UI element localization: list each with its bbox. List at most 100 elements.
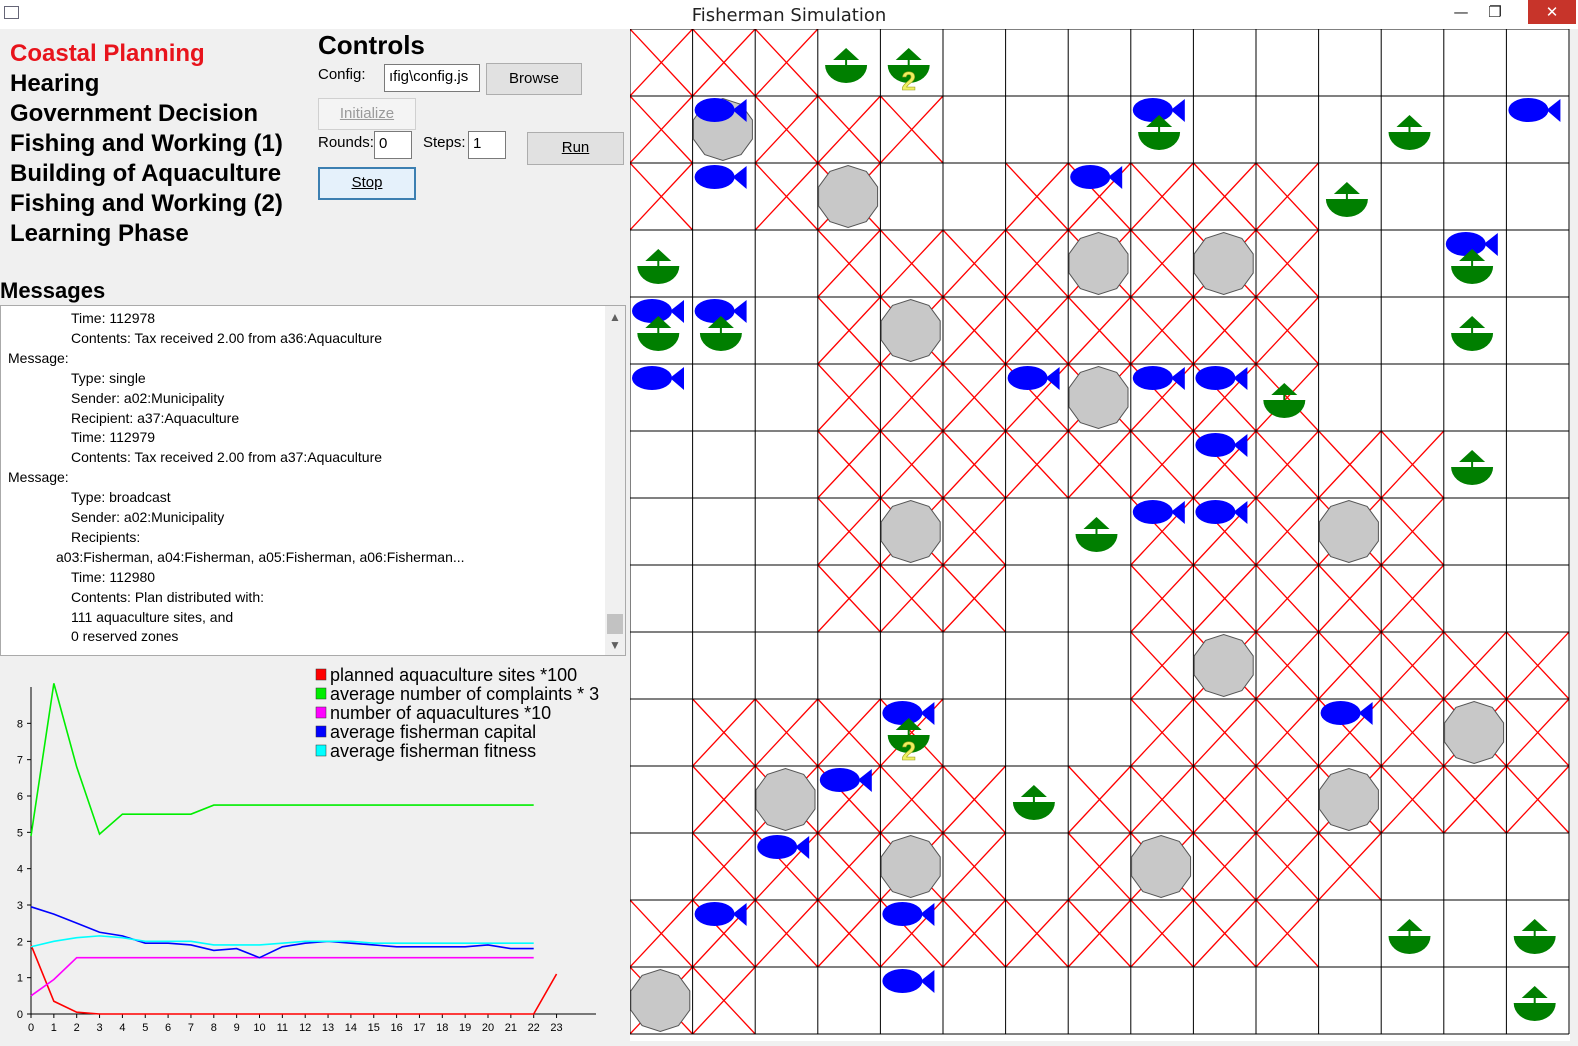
maximize-button[interactable]: ❐: [1478, 0, 1512, 24]
message-line: Type: broadcast: [71, 489, 171, 506]
message-line: Contents: Plan distributed with:: [71, 588, 264, 605]
legend-swatch: [315, 744, 327, 757]
legend-label: number of aquacultures *10: [330, 703, 551, 723]
boat-icon: [1451, 450, 1494, 485]
fish-icon: [1195, 433, 1248, 457]
aquaculture-cell: [1130, 765, 1194, 834]
fish-icon: [819, 768, 872, 792]
scroll-thumb[interactable]: [607, 614, 623, 634]
aquaculture-cell: [942, 899, 1007, 968]
fish-tail: [920, 970, 935, 993]
scroll-up-icon[interactable]: ▲: [605, 308, 625, 326]
aquaculture-cell: [817, 363, 881, 432]
legend-swatch: [315, 725, 327, 738]
boat-hull: [825, 65, 868, 83]
minimize-button[interactable]: —: [1444, 0, 1478, 24]
config-label: Config:: [318, 66, 366, 83]
agent-count-label: 2: [901, 66, 915, 96]
legend-label: average fisherman capital: [330, 722, 536, 742]
rock-icon: [755, 767, 816, 832]
boat-mast: [1408, 929, 1411, 937]
x-tick-label: 13: [322, 1022, 334, 1034]
x-tick-label: 5: [142, 1022, 148, 1034]
aquaculture-cell: [1380, 430, 1445, 499]
agent-count-label: 2: [901, 736, 915, 766]
rock-icon: [880, 298, 941, 363]
fish-icon: [1007, 366, 1060, 390]
aquaculture-cell: [817, 497, 881, 566]
boat-hull: [1075, 534, 1118, 552]
aquaculture-cell: [1130, 899, 1194, 968]
boat-mast: [845, 58, 848, 66]
boat-hull: [1138, 132, 1181, 150]
boat-hull: [1388, 936, 1431, 954]
aquaculture-cell: [1192, 162, 1257, 231]
browse-button[interactable]: Browse: [486, 63, 582, 95]
boat-hull: [1263, 400, 1306, 418]
aquaculture-cell: [1380, 564, 1445, 633]
close-button[interactable]: ✕: [1528, 0, 1576, 24]
scroll-down-icon[interactable]: ▼: [605, 636, 625, 654]
x-tick-label: 11: [277, 1022, 288, 1034]
rock-icon: [818, 164, 879, 229]
fish-body: [882, 969, 923, 993]
aquaculture-cell: [1067, 430, 1132, 499]
aquaculture-cell: [817, 229, 881, 298]
aquaculture-cell: [1255, 631, 1320, 700]
aquaculture-cell: [1192, 564, 1257, 633]
steps-input[interactable]: 1: [468, 131, 506, 159]
rock-icon: [1193, 633, 1254, 698]
message-line: Sender: a02:Municipality: [71, 389, 225, 406]
x-tick-label: 23: [550, 1022, 562, 1034]
rock-icon: [1318, 499, 1379, 564]
rounds-input[interactable]: 0: [374, 131, 412, 159]
aquaculture-cell: [817, 832, 881, 901]
boat-icon: [637, 249, 680, 284]
config-field[interactable]: ıfig\config.js: [384, 64, 480, 92]
x-tick-label: 15: [368, 1022, 380, 1034]
fish-body: [694, 299, 735, 323]
boat-hull: [1513, 1003, 1556, 1021]
aquaculture-cell: [1130, 430, 1194, 499]
aquaculture-cell: [1255, 832, 1320, 901]
fish-icon: [1070, 165, 1123, 189]
messages-log[interactable]: Time: 112978 Contents: Tax received 2.00 …: [0, 305, 626, 656]
x-tick-label: 4: [119, 1022, 125, 1034]
fish-tail: [732, 300, 747, 323]
aquaculture-cell: [1255, 296, 1320, 365]
fish-body: [882, 902, 923, 926]
aquaculture-cell: [1192, 296, 1257, 365]
run-button[interactable]: Run: [527, 132, 624, 165]
aquaculture-cell: [1005, 229, 1069, 298]
stop-button[interactable]: Stop: [318, 167, 416, 200]
aquaculture-cell: [692, 29, 756, 97]
legend-label: planned aquaculture sites *100: [330, 665, 577, 685]
aquaculture-cell: [1130, 296, 1194, 365]
aquaculture-cell: [630, 162, 694, 231]
boat-icon: [825, 48, 868, 83]
fish-body: [1508, 98, 1549, 122]
initialize-button[interactable]: Initialize: [318, 98, 416, 130]
aquaculture-cell: [942, 296, 1007, 365]
messages-scrollbar[interactable]: ▲ ▼: [605, 306, 625, 655]
legend-label: average number of complaints * 3: [330, 684, 599, 704]
fish-body: [694, 902, 735, 926]
boat-mast: [1158, 125, 1161, 133]
fish-body: [1007, 366, 1048, 390]
phase-fishing-working-2: Fishing and Working (2): [10, 190, 283, 217]
aquaculture-cell: [1380, 631, 1445, 700]
fish-icon: [882, 969, 935, 993]
aquaculture-cell: [630, 899, 694, 968]
fish-tail: [1170, 99, 1185, 122]
series-line: [30, 935, 534, 948]
boat-mast: [1471, 259, 1474, 267]
x-tick-label: 17: [413, 1022, 425, 1034]
boat-icon: [1325, 182, 1368, 217]
aquaculture-cell: [1318, 430, 1382, 499]
steps-label: Steps:: [423, 134, 466, 151]
boat-icon: [1388, 115, 1431, 150]
aquaculture-cell: [1192, 899, 1257, 968]
aquaculture-cell: [942, 765, 1007, 834]
aquaculture-cell: [1067, 296, 1132, 365]
aquaculture-cell: [817, 698, 881, 767]
